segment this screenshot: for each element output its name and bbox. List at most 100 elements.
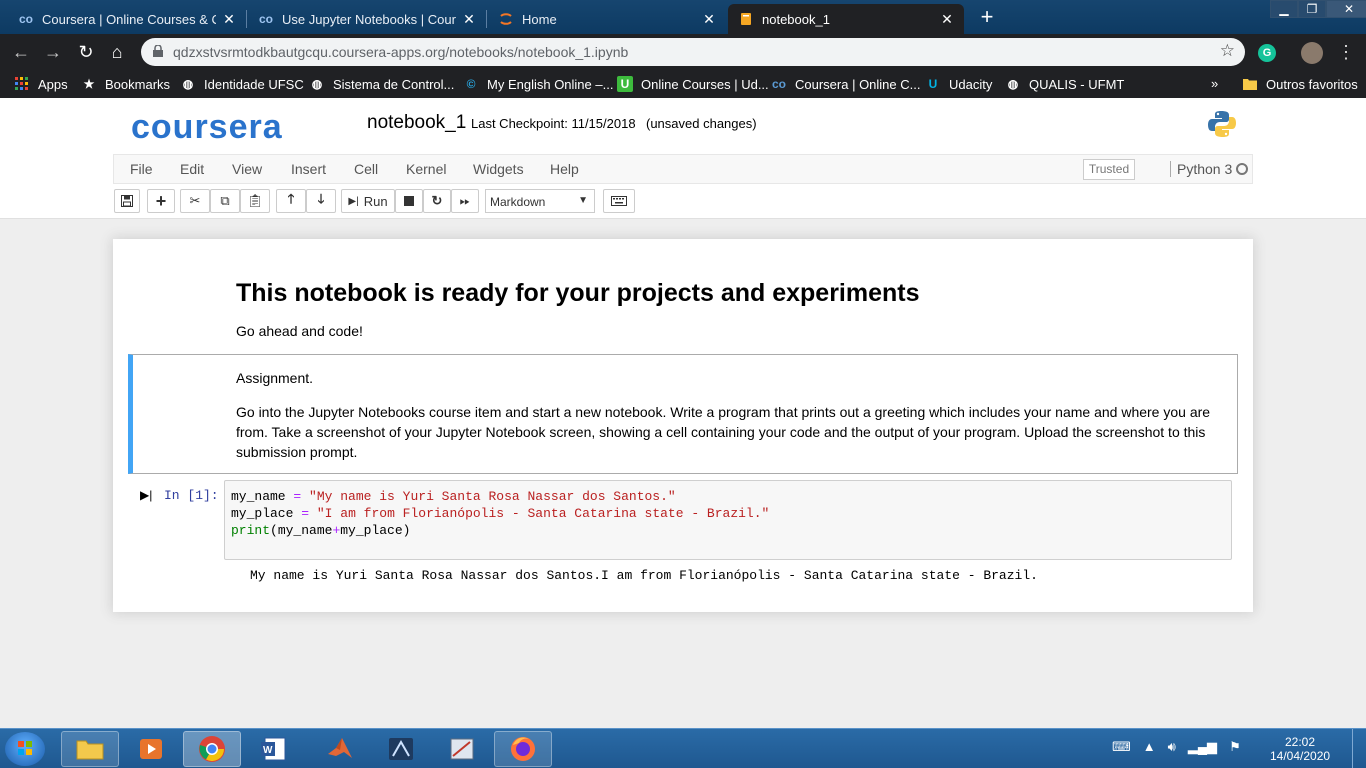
taskbar-explorer[interactable] bbox=[61, 731, 119, 767]
window-close-button[interactable]: ✕ bbox=[1326, 0, 1366, 18]
kernel-name[interactable]: Python 3 bbox=[1170, 161, 1232, 177]
network-icon[interactable]: ▂▄▆ bbox=[1188, 739, 1217, 755]
taskbar-clock[interactable]: 22:02 14/04/2020 bbox=[1270, 735, 1330, 763]
start-button[interactable] bbox=[5, 732, 45, 766]
tab-use-jupyter-notebooks[interactable]: co Use Jupyter Notebooks | Courser ✕ bbox=[248, 4, 486, 34]
keyboard-tray-icon[interactable]: ⌨ bbox=[1112, 739, 1131, 755]
more-menu-icon[interactable]: ⋮ bbox=[1337, 39, 1355, 65]
bookmark-my-english-online[interactable]: © My English Online –... bbox=[463, 76, 614, 92]
reload-button[interactable]: ↻ bbox=[75, 42, 97, 64]
taskbar-media-player[interactable] bbox=[122, 731, 180, 767]
bookmark-label: Outros favoritos bbox=[1266, 76, 1358, 92]
code-cell-editor[interactable]: my_name = "My name is Yuri Santa Rosa Na… bbox=[224, 480, 1232, 560]
new-tab-button[interactable]: + bbox=[974, 6, 1000, 30]
volume-icon[interactable]: 🔊︎ bbox=[1168, 739, 1176, 755]
menu-widgets[interactable]: Widgets bbox=[473, 161, 524, 177]
menu-cell[interactable]: Cell bbox=[354, 161, 378, 177]
save-icon bbox=[121, 195, 133, 207]
insert-cell-button[interactable]: + bbox=[147, 189, 175, 213]
bookmark-label: Bookmarks bbox=[105, 76, 171, 92]
minimize-button[interactable]: ▁ bbox=[1270, 0, 1298, 18]
menu-view[interactable]: View bbox=[232, 161, 262, 177]
bookmark-udacity[interactable]: U Udacity bbox=[925, 76, 993, 92]
lock-icon bbox=[153, 45, 163, 57]
tab-title: notebook_1 bbox=[762, 11, 830, 27]
taskbar-app2[interactable] bbox=[433, 731, 491, 767]
globe-icon: ◍ bbox=[182, 77, 194, 91]
move-up-button[interactable]: 🡑 bbox=[276, 189, 306, 213]
svg-text:W: W bbox=[263, 745, 273, 756]
tab-home[interactable]: Home ✕ bbox=[488, 4, 726, 34]
more-bookmarks-button[interactable]: » bbox=[1211, 76, 1218, 91]
bookmark-apps[interactable]: Apps bbox=[14, 76, 68, 92]
jupyter-header: coursera notebook_1 Last Checkpoint: 11/… bbox=[0, 98, 1366, 219]
coursera-logo[interactable]: coursera bbox=[131, 108, 283, 147]
close-icon[interactable]: ✕ bbox=[462, 11, 476, 28]
taskbar-chrome[interactable] bbox=[183, 731, 241, 767]
notebook-icon bbox=[738, 11, 754, 27]
app-icon bbox=[389, 738, 413, 760]
move-down-button[interactable]: 🡓 bbox=[306, 189, 336, 213]
copy-button[interactable]: ⧉ bbox=[210, 189, 240, 213]
omnibox[interactable]: qdzxstvsrmtodkbautgcqu.coursera-apps.org… bbox=[141, 38, 1245, 66]
save-button[interactable] bbox=[114, 189, 140, 213]
bookmark-label: Udacity bbox=[949, 76, 993, 92]
bookmark-sistema-de-control[interactable]: ◍ Sistema de Control... bbox=[309, 76, 455, 92]
notebook-name[interactable]: notebook_1 bbox=[367, 112, 466, 134]
bookmark-bookmarks[interactable]: ★ Bookmarks bbox=[81, 76, 170, 92]
trusted-badge[interactable]: Trusted bbox=[1083, 159, 1135, 180]
restart-button[interactable]: ↻ bbox=[423, 189, 451, 213]
close-icon[interactable]: ✕ bbox=[702, 11, 716, 28]
arrow-down-icon: 🡓 bbox=[317, 191, 325, 206]
forward-button[interactable]: → bbox=[42, 42, 64, 64]
paste-icon: 📋︎ bbox=[246, 193, 264, 208]
bookmark-qualis-ufmt[interactable]: ◍ QUALIS - UFMT bbox=[1005, 76, 1125, 92]
cut-button[interactable]: ✂ bbox=[180, 189, 210, 213]
unsaved-changes: (unsaved changes) bbox=[646, 116, 757, 131]
tab-notebook-1[interactable]: notebook_1 ✕ bbox=[728, 4, 964, 34]
command-palette-button[interactable] bbox=[603, 189, 635, 213]
taskbar-matlab[interactable] bbox=[311, 731, 369, 767]
paste-button[interactable]: 📋︎ bbox=[240, 189, 270, 213]
taskbar-word[interactable]: W bbox=[244, 731, 302, 767]
bookmark-coursera[interactable]: co Coursera | Online C... bbox=[771, 76, 921, 92]
tab-coursera-online-courses[interactable]: co Coursera | Online Courses & Crec ✕ bbox=[8, 4, 246, 34]
taskbar-firefox[interactable] bbox=[494, 731, 552, 767]
bookmark-udemy[interactable]: U Online Courses | Ud... bbox=[617, 76, 769, 92]
close-icon[interactable]: ✕ bbox=[940, 11, 954, 28]
more-bookmarks-label: » bbox=[1211, 76, 1219, 91]
notebook-heading: This notebook is ready for your projects… bbox=[236, 279, 920, 307]
menu-file[interactable]: File bbox=[130, 161, 153, 177]
restore-button[interactable]: ❐ bbox=[1298, 0, 1326, 18]
bookmark-star-icon[interactable]: ☆ bbox=[1220, 41, 1235, 61]
action-center-icon[interactable]: ⚑ bbox=[1229, 739, 1241, 755]
assignment-markdown-cell[interactable]: Assignment. Go into the Jupyter Notebook… bbox=[128, 354, 1238, 474]
show-hidden-icons-icon[interactable]: ▲ bbox=[1143, 739, 1156, 755]
menu-insert[interactable]: Insert bbox=[291, 161, 326, 177]
cell-type-select[interactable]: Markdown ▼ bbox=[485, 189, 595, 213]
menu-kernel[interactable]: Kernel bbox=[406, 161, 446, 177]
interrupt-button[interactable] bbox=[395, 189, 423, 213]
home-button[interactable]: ⌂ bbox=[106, 42, 128, 64]
profile-avatar[interactable] bbox=[1301, 42, 1323, 64]
menu-help[interactable]: Help bbox=[550, 161, 579, 177]
taskbar-app[interactable] bbox=[372, 731, 430, 767]
media-player-icon bbox=[140, 739, 162, 759]
chevron-down-icon: ▼ bbox=[578, 195, 588, 206]
show-desktop-button[interactable] bbox=[1352, 729, 1366, 768]
bookmark-label: Apps bbox=[38, 76, 68, 92]
run-button[interactable]: ▶| Run bbox=[341, 189, 395, 213]
bookmark-label: Coursera | Online C... bbox=[795, 76, 921, 92]
cell-output: My name is Yuri Santa Rosa Nassar dos Sa… bbox=[250, 568, 1038, 583]
run-cell-icon[interactable]: ▶| bbox=[140, 488, 152, 502]
star-icon: ★ bbox=[83, 77, 95, 91]
matlab-icon bbox=[328, 738, 352, 758]
bookmark-outros-favoritos[interactable]: Outros favoritos bbox=[1242, 76, 1358, 92]
grammarly-extension-icon[interactable]: G bbox=[1258, 44, 1276, 62]
restart-run-all-button[interactable]: ⏩︎ bbox=[451, 189, 479, 213]
notebook-subtitle: Go ahead and code! bbox=[236, 323, 363, 339]
close-icon[interactable]: ✕ bbox=[222, 11, 236, 28]
back-button[interactable]: ← bbox=[10, 42, 32, 64]
bookmark-identidade-ufsc[interactable]: ◍ Identidade UFSC bbox=[180, 76, 304, 92]
menu-edit[interactable]: Edit bbox=[180, 161, 204, 177]
